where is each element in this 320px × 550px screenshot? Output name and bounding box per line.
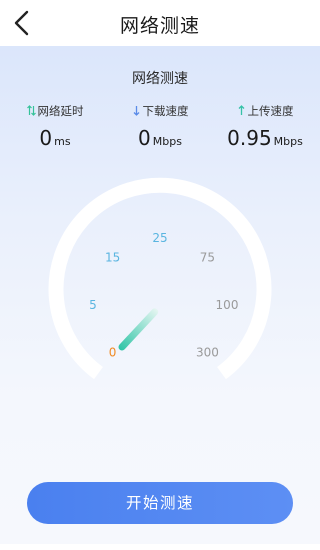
gauge-tick-label: 25 xyxy=(152,231,167,245)
page-title: 网络测速 xyxy=(119,15,200,37)
gauge-tick-label: 5 xyxy=(89,298,97,312)
gauge-tick-label: 100 xyxy=(216,298,239,312)
bottom-bar xyxy=(0,544,320,550)
gauge-arc xyxy=(48,177,272,380)
gauge-tick-label: 15 xyxy=(105,251,120,265)
speedtest-panel: 网络测速 网络延时 0 ms 下载速度 0 Mbps 上传速度 0.95 Mbp… xyxy=(0,46,320,550)
gauge-tick-label: 0 xyxy=(109,345,117,359)
gauge-needle xyxy=(118,308,159,351)
start-test-button[interactable]: 开始测速 xyxy=(27,482,293,524)
top-bar: 网络测速 xyxy=(0,0,320,46)
gauge-tick-label: 75 xyxy=(200,251,215,265)
speed-gauge: 0 5 15 25 75 100 300 xyxy=(48,177,272,380)
gauge-tick-label: 300 xyxy=(196,345,219,359)
